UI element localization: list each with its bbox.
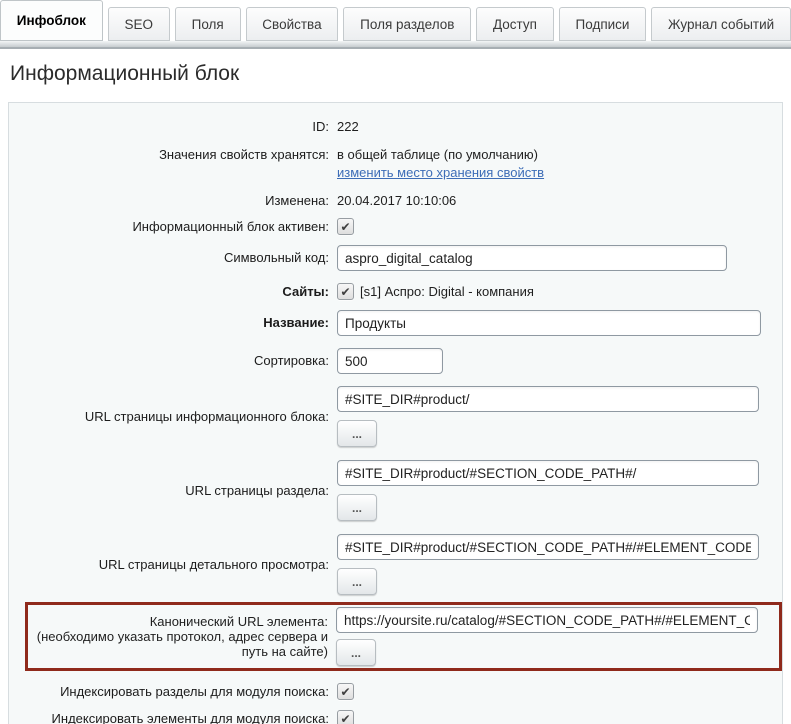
list-url-browse-button[interactable]: ...: [337, 420, 377, 447]
row-index-elements: Индексировать элементы для модуля поиска…: [9, 710, 782, 724]
active-checkbox[interactable]: ✔: [337, 218, 354, 235]
infoblock-form: ID: 222 Значения свойств хранятся: в общ…: [8, 102, 783, 724]
tab-bar-divider: [0, 41, 791, 49]
row-sites: Сайты: ✔ [s1] Аспро: Digital - компания: [9, 283, 782, 300]
list-url-input[interactable]: [337, 386, 759, 412]
modified-label: Изменена:: [9, 193, 337, 209]
section-url-label: URL страницы раздела:: [9, 483, 337, 499]
section-url-input[interactable]: [337, 460, 759, 486]
tab-properties[interactable]: Свойства: [246, 7, 339, 41]
id-value: 222: [337, 119, 782, 135]
row-modified: Изменена: 20.04.2017 10:10:06: [9, 193, 782, 209]
canonical-url-browse-button[interactable]: ...: [336, 639, 376, 666]
site-s1-checkbox[interactable]: ✔: [337, 283, 354, 300]
tab-infoblock[interactable]: Инфоблок: [0, 0, 103, 41]
row-id: ID: 222: [9, 119, 782, 135]
check-icon: ✔: [340, 286, 350, 298]
page-title: Информационный блок: [10, 62, 791, 86]
code-input[interactable]: [337, 245, 727, 271]
tab-fields[interactable]: Поля: [175, 7, 241, 41]
site-s1-label: [s1] Аспро: Digital - компания: [360, 283, 534, 300]
canonical-url-input[interactable]: [336, 607, 758, 633]
sort-input[interactable]: [337, 348, 443, 374]
sites-label: Сайты:: [9, 284, 337, 300]
storage-value: в общей таблице (по умолчанию): [337, 147, 782, 163]
index-elements-label: Индексировать элементы для модуля поиска…: [9, 711, 337, 724]
code-label: Символьный код:: [9, 250, 337, 266]
active-label: Информационный блок активен:: [9, 219, 337, 235]
tab-strip: Инфоблок SEO Поля Свойства Поля разделов…: [0, 0, 791, 41]
row-name: Название:: [9, 310, 782, 336]
row-detail-url: URL страницы детального просмотра: ...: [9, 534, 782, 595]
row-storage: Значения свойств хранятся: в общей табли…: [9, 147, 782, 181]
index-elements-checkbox[interactable]: ✔: [337, 710, 354, 724]
name-input[interactable]: [337, 310, 761, 336]
modified-value: 20.04.2017 10:10:06: [337, 193, 782, 209]
row-code: Символьный код:: [9, 245, 782, 271]
list-url-label: URL страницы информационного блока:: [9, 409, 337, 425]
row-active: Информационный блок активен: ✔: [9, 218, 782, 235]
name-label: Название:: [9, 315, 337, 331]
check-icon: ✔: [340, 221, 350, 233]
check-icon: ✔: [340, 686, 350, 698]
detail-url-input[interactable]: [337, 534, 759, 560]
index-sections-label: Индексировать разделы для модуля поиска:: [9, 684, 337, 700]
storage-label: Значения свойств хранятся:: [9, 147, 337, 163]
tab-seo[interactable]: SEO: [108, 7, 170, 41]
section-url-browse-button[interactable]: ...: [337, 494, 377, 521]
canonical-url-label: Канонический URL элемента: (необходимо у…: [34, 614, 336, 659]
tab-section-fields[interactable]: Поля разделов: [343, 7, 471, 41]
row-index-sections: Индексировать разделы для модуля поиска:…: [9, 683, 782, 700]
tab-captions[interactable]: Подписи: [559, 7, 647, 41]
row-list-url: URL страницы информационного блока: ...: [9, 386, 782, 447]
tab-access[interactable]: Доступ: [476, 7, 554, 41]
row-section-url: URL страницы раздела: ...: [9, 460, 782, 521]
change-storage-link[interactable]: изменить место хранения свойств: [337, 165, 544, 180]
detail-url-browse-button[interactable]: ...: [337, 568, 377, 595]
check-icon: ✔: [340, 713, 350, 724]
row-sort: Сортировка:: [9, 348, 782, 374]
sort-label: Сортировка:: [9, 353, 337, 369]
canonical-url-highlight-box: Канонический URL элемента: (необходимо у…: [25, 602, 782, 671]
tab-bar: Инфоблок SEO Поля Свойства Поля разделов…: [0, 0, 791, 49]
id-label: ID:: [9, 119, 337, 135]
index-sections-checkbox[interactable]: ✔: [337, 683, 354, 700]
tab-event-log[interactable]: Журнал событий: [651, 7, 791, 41]
detail-url-label: URL страницы детального просмотра:: [9, 557, 337, 573]
